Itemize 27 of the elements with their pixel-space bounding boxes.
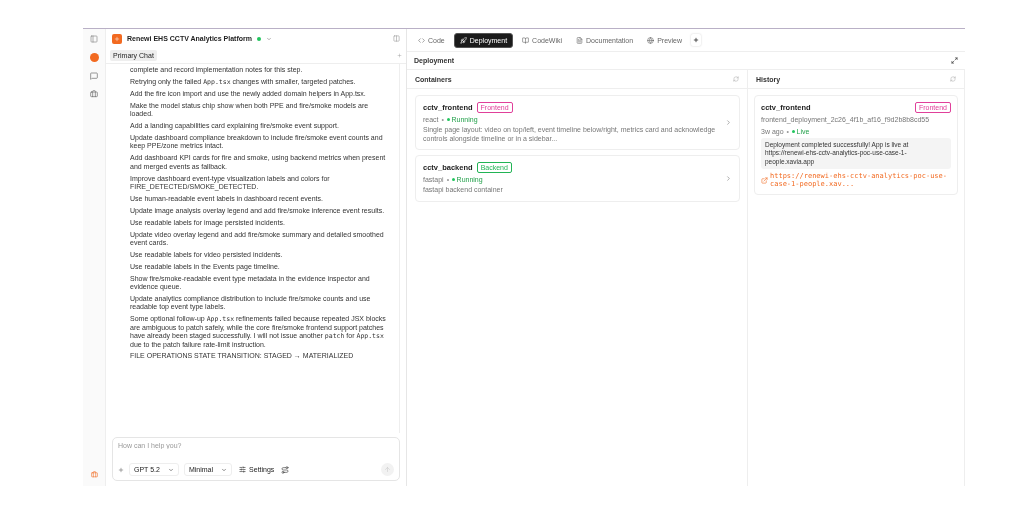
- sidebar-toggle-icon[interactable]: [90, 35, 98, 43]
- file-icon: [576, 36, 584, 44]
- chevron-down-icon: [221, 466, 228, 473]
- route-icon[interactable]: [281, 465, 290, 474]
- refresh-icon[interactable]: [733, 76, 739, 82]
- layout-icon[interactable]: [393, 35, 400, 42]
- chevron-right-icon[interactable]: [725, 174, 732, 182]
- workspace-icon[interactable]: [90, 471, 98, 478]
- chevron-down-icon: [167, 466, 174, 473]
- project-logo: [112, 33, 122, 44]
- add-icon[interactable]: [118, 466, 124, 473]
- arrow-up-icon: [384, 466, 391, 473]
- briefcase-icon[interactable]: [90, 90, 98, 98]
- add-icon[interactable]: [397, 53, 402, 58]
- expand-icon[interactable]: [951, 57, 958, 64]
- send-button[interactable]: [381, 463, 394, 476]
- book-icon: [522, 36, 530, 44]
- project-icon[interactable]: [89, 53, 99, 62]
- sliders-icon: [239, 466, 247, 473]
- rocket-icon: [459, 36, 467, 44]
- refresh-icon[interactable]: [950, 76, 956, 82]
- globe-icon: [647, 36, 655, 44]
- chevron-down-icon[interactable]: [266, 35, 272, 42]
- chevron-right-icon[interactable]: [725, 119, 732, 126]
- code-icon: [418, 36, 425, 44]
- chat-icon[interactable]: [90, 72, 98, 80]
- external-link-icon: [761, 176, 768, 184]
